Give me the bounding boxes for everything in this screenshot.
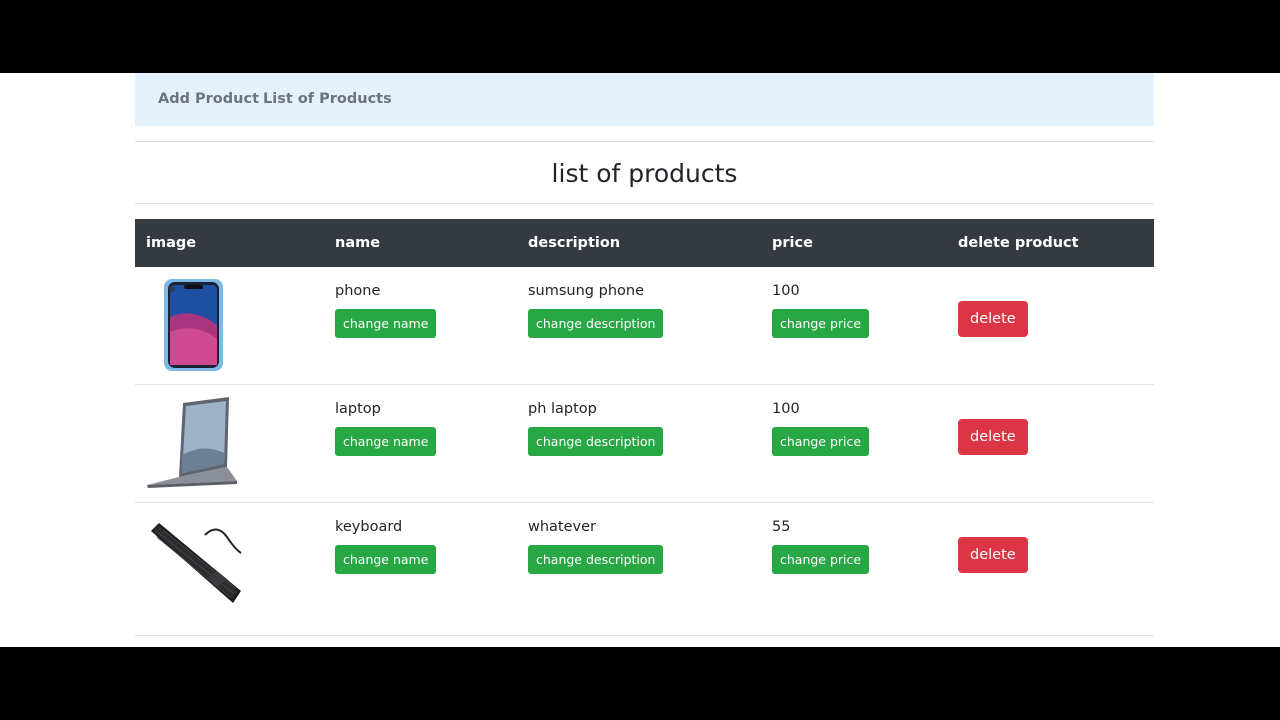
- delete-button[interactable]: delete: [958, 301, 1028, 337]
- change-name-button[interactable]: change name: [335, 309, 437, 338]
- row-divider: [135, 635, 1154, 636]
- change-price-button[interactable]: change price: [772, 309, 870, 338]
- delete-button[interactable]: delete: [958, 537, 1028, 573]
- header-image: image: [146, 235, 197, 251]
- change-description-button[interactable]: change description: [528, 545, 664, 574]
- navbar: Add Product List of Products: [135, 73, 1154, 126]
- product-name: phone: [335, 283, 381, 299]
- product-description: sumsung phone: [528, 283, 644, 299]
- table-header: image name description price delete prod…: [135, 219, 1154, 267]
- keyboard-image: [151, 523, 242, 603]
- change-description-button[interactable]: change description: [528, 427, 664, 456]
- laptop-image: [147, 397, 237, 488]
- table-row: phone change name sumsung phone change d…: [135, 267, 1154, 385]
- product-name: keyboard: [335, 519, 403, 535]
- main-container: Add Product List of Products list of pro…: [135, 73, 1154, 647]
- header-price: price: [772, 235, 813, 251]
- table-row: keyboard change name whatever change des…: [135, 503, 1154, 636]
- product-name: laptop: [335, 401, 381, 417]
- change-name-button[interactable]: change name: [335, 427, 437, 456]
- header-name: name: [335, 235, 381, 251]
- phone-image: [164, 279, 223, 371]
- product-price: 55: [772, 519, 791, 535]
- product-price: 100: [772, 401, 800, 417]
- change-price-button[interactable]: change price: [772, 545, 870, 574]
- divider-bottom: [135, 203, 1154, 204]
- product-price: 100: [772, 283, 800, 299]
- product-description: ph laptop: [528, 401, 597, 417]
- header-delete-product: delete product: [958, 235, 1079, 251]
- header-description: description: [528, 235, 621, 251]
- change-description-button[interactable]: change description: [528, 309, 664, 338]
- divider-top: [135, 141, 1154, 142]
- table-row: laptop change name ph laptop change desc…: [135, 385, 1154, 503]
- change-name-button[interactable]: change name: [335, 545, 437, 574]
- page: Add Product List of Products list of pro…: [0, 73, 1280, 647]
- nav-add-product[interactable]: Add Product: [158, 91, 259, 107]
- change-price-button[interactable]: change price: [772, 427, 870, 456]
- nav-list-products[interactable]: List of Products: [263, 91, 392, 107]
- delete-button[interactable]: delete: [958, 419, 1028, 455]
- product-description: whatever: [528, 519, 597, 535]
- page-title: list of products: [551, 159, 738, 188]
